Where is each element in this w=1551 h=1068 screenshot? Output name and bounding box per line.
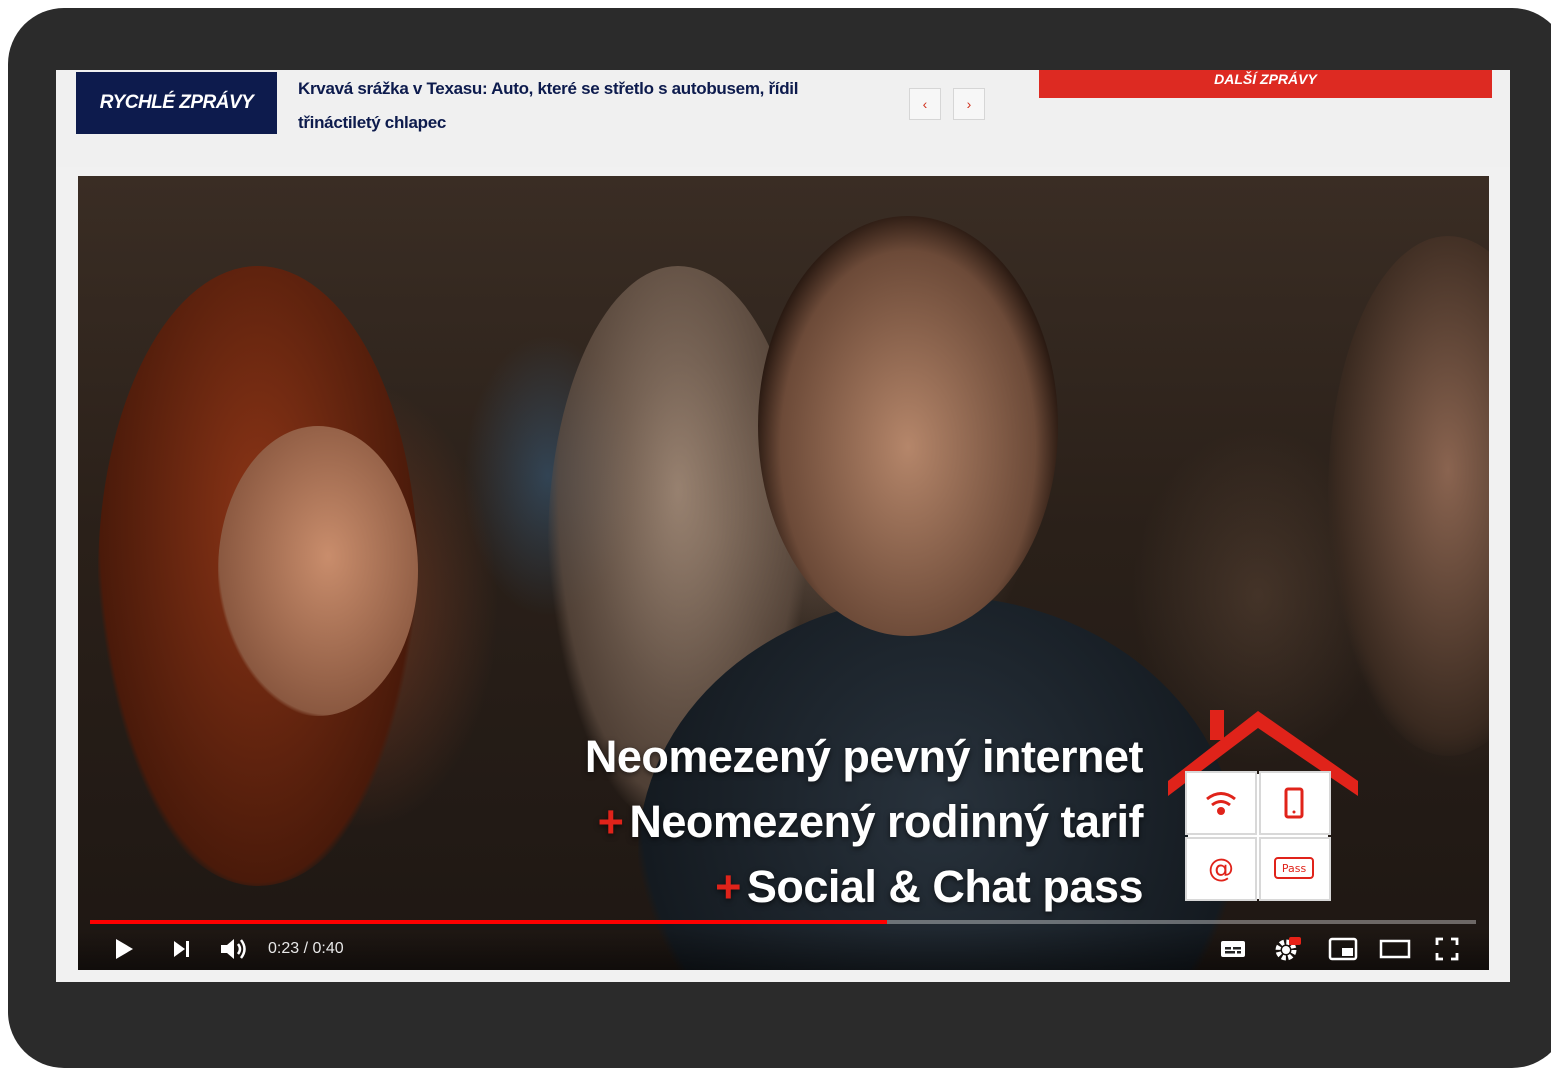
theater-icon <box>1379 938 1411 960</box>
volume-icon <box>219 936 249 962</box>
fullscreen-button[interactable] <box>1430 934 1464 964</box>
more-news-button[interactable]: DALŠÍ ZPRÁVY <box>1039 70 1492 98</box>
next-button[interactable] <box>166 934 198 964</box>
settings-button[interactable] <box>1270 934 1304 964</box>
subtitles-icon <box>1219 938 1247 960</box>
volume-button[interactable] <box>216 934 252 964</box>
ticker-prev-button[interactable]: ‹ <box>909 88 941 120</box>
promo-line-3: + Social & Chat pass <box>715 861 1143 912</box>
plus-sign: + <box>597 796 624 847</box>
time-display: 0:23 / 0:40 <box>268 940 344 957</box>
ticker-headline-line1: Krvavá srážka v Texasu: Auto, které se s… <box>298 79 799 98</box>
subtitles-button[interactable] <box>1216 934 1250 964</box>
house-logo: @ Pass <box>1158 706 1368 916</box>
news-ticker-bar: RYCHLÉ ZPRÁVY Krvavá srážka v Texasu: Au… <box>56 70 1510 167</box>
next-icon <box>171 938 193 960</box>
at-icon: @ <box>1208 854 1234 884</box>
play-button[interactable] <box>108 934 140 964</box>
miniplayer-button[interactable] <box>1326 934 1360 964</box>
ticker-label: RYCHLÉ ZPRÁVY <box>76 72 277 134</box>
settings-icon <box>1272 935 1302 963</box>
chevron-right-icon: › <box>966 96 972 112</box>
promo-overlay-text: Neomezený pevný internet + Neomezený rodi… <box>584 724 1144 919</box>
ticker-headline-link[interactable]: Krvavá srážka v Texasu: Auto, které se s… <box>298 72 858 140</box>
theater-mode-button[interactable] <box>1378 934 1412 964</box>
progress-bar-played <box>90 920 887 924</box>
video-player[interactable]: Neomezený pevný internet + Neomezený rodi… <box>78 176 1489 970</box>
svg-text:Pass: Pass <box>1282 862 1307 875</box>
promo-line-1: Neomezený pevný internet <box>584 731 1144 782</box>
ticker-headline-line2: třináctiletý chlapec <box>298 113 447 132</box>
promo-line-2: + Neomezený rodinný tarif <box>597 796 1144 847</box>
play-icon <box>113 937 135 961</box>
browser-viewport: RYCHLÉ ZPRÁVY Krvavá srážka v Texasu: Au… <box>56 70 1510 982</box>
progress-bar[interactable] <box>90 920 1476 924</box>
chevron-left-icon: ‹ <box>922 96 928 112</box>
scene-person-right <box>1328 236 1489 756</box>
scene-man-head <box>758 216 1058 636</box>
scene-woman-face <box>218 426 418 716</box>
fullscreen-icon <box>1434 936 1460 962</box>
miniplayer-icon <box>1328 937 1358 961</box>
player-controls: 0:23 / 0:40 <box>78 928 1489 970</box>
plus-sign: + <box>715 861 741 912</box>
ticker-next-button[interactable]: › <box>953 88 985 120</box>
